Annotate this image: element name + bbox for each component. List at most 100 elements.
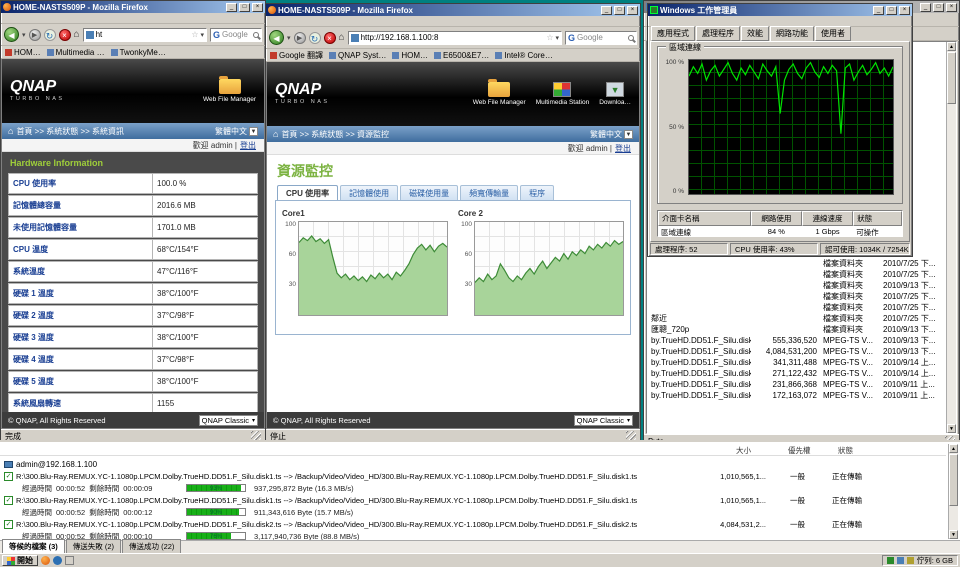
close-button[interactable]: × — [627, 5, 638, 15]
network-icon[interactable] — [896, 557, 904, 564]
stop-button[interactable]: × — [58, 28, 71, 41]
scrollbar-thumb[interactable] — [947, 52, 956, 104]
task-manager-window[interactable]: Windows 工作管理員 _ □ × 應用程式 處理程序 效能 網路功能 使用… — [647, 3, 913, 257]
url-dropdown-icon[interactable]: ▾ — [555, 34, 559, 42]
bookmark-star-icon[interactable]: ☆ — [191, 30, 198, 39]
stop-button[interactable]: × — [323, 31, 336, 44]
file-row[interactable]: by.TrueHD.DD51.F_Silu.disk3.ts 341,311,4… — [649, 357, 944, 368]
maximize-button[interactable]: □ — [239, 2, 250, 12]
col-usage[interactable]: 網路使用 — [750, 211, 802, 226]
file-row[interactable]: 匯聰_720p 檔案資料夾 2010/9/13 下... — [649, 324, 944, 335]
file-row[interactable]: 檔案資料夾 2010/7/25 下... — [649, 302, 944, 313]
url-input[interactable] — [95, 30, 190, 39]
transfer-tray-icon[interactable] — [886, 557, 894, 564]
tab-queued-files[interactable]: 等候的檔案 (3) — [2, 539, 65, 553]
tab-applications[interactable]: 應用程式 — [651, 26, 695, 41]
tab-succeeded[interactable]: 傳送成功 (22) — [122, 539, 182, 553]
firefox-window-system-info[interactable]: HOME-NASTS509P - Mozilla Firefox _ □ × ◀… — [0, 0, 266, 443]
transfer-scrollbar[interactable]: ▲ ▼ — [948, 444, 958, 539]
bookmark-star-icon[interactable]: ☆ — [546, 33, 553, 42]
search-input[interactable] — [222, 30, 251, 39]
bookmark-item[interactable]: TwonkyMe… — [110, 48, 166, 57]
file-row[interactable]: by.TrueHD.DD51.F_Silu.disk6.ts 172,163,0… — [649, 390, 944, 401]
bookmark-item[interactable]: QNAP Syst… — [329, 51, 386, 60]
home-button[interactable]: ⌂ — [339, 32, 345, 43]
search-bar[interactable]: G — [210, 27, 262, 42]
close-button[interactable]: × — [899, 5, 910, 15]
maximize-button[interactable]: □ — [933, 2, 944, 12]
search-icon[interactable] — [628, 34, 634, 41]
bookmark-item[interactable]: HOM… — [5, 48, 41, 57]
minimize-button[interactable]: _ — [873, 5, 884, 15]
col-speed[interactable]: 連線速度 — [801, 211, 854, 226]
bookmark-item[interactable]: E6500&E7… — [434, 51, 489, 60]
col-adapter[interactable]: 介面卡名稱 — [658, 211, 751, 226]
refresh-button[interactable]: ↻ — [43, 28, 56, 41]
minimize-button[interactable]: _ — [226, 2, 237, 12]
col-status[interactable]: 狀態 — [838, 445, 853, 456]
url-dropdown-icon[interactable]: ▾ — [200, 31, 204, 39]
col-size[interactable]: 大小 — [736, 445, 751, 456]
tab-processes[interactable]: 處理程序 — [696, 26, 740, 41]
multimedia-station-link[interactable]: Multimedia Station — [536, 82, 589, 106]
logout-link[interactable]: 登出 — [240, 140, 256, 151]
bookmark-item[interactable]: Intel® Core… — [495, 51, 553, 60]
url-bar[interactable]: ☆ ▾ — [82, 27, 207, 42]
scroll-up-icon[interactable]: ▲ — [947, 42, 956, 51]
adapter-row[interactable]: 區域連線 84 % 1 Gbps 可操作 — [658, 226, 902, 236]
start-button[interactable]: 開始 — [2, 555, 38, 566]
ff-left-titlebar[interactable]: HOME-NASTS509P - Mozilla Firefox _ □ × — [1, 1, 265, 13]
file-row[interactable]: 鄰近 檔案資料夾 2010/7/25 下... — [649, 313, 944, 324]
file-row[interactable]: 檔案資料夾 2010/7/25 下... — [649, 258, 944, 269]
search-input[interactable] — [577, 33, 626, 42]
file-row[interactable]: by.TrueHD.DD51.F_Silu.disk2.ts 4,084,531… — [649, 346, 944, 357]
file-row[interactable]: by.TrueHD.DD51.F_Silu.disk5.ts 231,866,3… — [649, 379, 944, 390]
maximize-button[interactable]: □ — [886, 5, 897, 15]
web-file-manager-link[interactable]: Web File Manager — [473, 79, 526, 106]
scroll-down-icon[interactable]: ▼ — [947, 424, 956, 433]
skin-selector[interactable]: QNAP Classic ▾ — [573, 414, 633, 426]
bookmark-item[interactable]: HOM… — [392, 51, 428, 60]
forward-button[interactable]: ▶ — [28, 28, 41, 41]
bookmark-item[interactable]: Multimedia … — [46, 48, 105, 57]
firefox-window-resource-monitor[interactable]: HOME-NASTS509P - Mozilla Firefox _ □ × ◀… — [265, 3, 641, 443]
maximize-button[interactable]: □ — [614, 5, 625, 15]
file-row[interactable]: 檔案資料夾 2010/7/25 下... — [649, 269, 944, 280]
refresh-button[interactable]: ↻ — [308, 31, 321, 44]
quick-launch-desktop-icon[interactable] — [65, 556, 74, 565]
file-row[interactable]: 檔案資料夾 2010/7/25 下... — [649, 291, 944, 302]
language-selector[interactable]: 繁體中文 ▼ — [590, 129, 633, 140]
tab-failed[interactable]: 傳送失敗 (2) — [65, 539, 121, 553]
transfer-item[interactable]: ✓ R:\300.Blu-Ray.REMUX.YC-1.1080p.LPCM.D… — [0, 494, 946, 518]
skin-selector[interactable]: QNAP Classic ▾ — [198, 414, 258, 426]
logout-link[interactable]: 登出 — [615, 143, 631, 154]
scroll-down-icon[interactable]: ▼ — [949, 530, 958, 539]
quick-launch-browser-icon[interactable] — [53, 556, 62, 565]
scrollbar-thumb[interactable] — [949, 454, 958, 506]
download-station-link[interactable]: ▼ Downloa… — [599, 82, 631, 106]
url-input[interactable] — [360, 33, 545, 42]
transfer-file-row[interactable]: ✓ R:\300.Blu-Ray.REMUX.YC-1.1080p.LPCM.D… — [0, 470, 946, 482]
url-bar[interactable]: ☆ ▾ — [347, 30, 562, 45]
col-state[interactable]: 狀態 — [853, 211, 902, 226]
file-row[interactable]: by.TrueHD.DD51.F_Silu.disk4.ts 271,122,4… — [649, 368, 944, 379]
search-bar[interactable]: G — [565, 30, 637, 45]
transfer-server-row[interactable]: admin@192.168.1.100 — [0, 458, 946, 470]
back-button[interactable]: ◀ — [269, 30, 284, 45]
scroll-up-icon[interactable]: ▲ — [949, 444, 958, 453]
file-row[interactable]: by.TrueHD.DD51.F_Silu.disk1.ts 555,336,5… — [649, 335, 944, 346]
bookmark-item[interactable]: Google 翻譯 — [270, 50, 323, 61]
ff-mid-titlebar[interactable]: HOME-NASTS509P - Mozilla Firefox _ □ × — [266, 4, 640, 16]
close-button[interactable]: × — [252, 2, 263, 12]
breadcrumb[interactable]: 首頁 >> 系統狀態 >> 資源監控 — [281, 129, 389, 140]
minimize-button[interactable]: _ — [920, 2, 931, 12]
volume-icon[interactable] — [906, 557, 914, 564]
tab-users[interactable]: 使用者 — [815, 26, 851, 41]
transfer-file-row[interactable]: ✓ R:\300.Blu-Ray.REMUX.YC-1.1080p.LPCM.D… — [0, 494, 946, 506]
transfer-item[interactable]: ✓ R:\300.Blu-Ray.REMUX.YC-1.1080p.LPCM.D… — [0, 470, 946, 494]
breadcrumb[interactable]: 首頁 >> 系統狀態 >> 系統資訊 — [16, 126, 124, 137]
back-history-dropdown-icon[interactable]: ▾ — [22, 31, 26, 39]
forward-button[interactable]: ▶ — [293, 31, 306, 44]
minimize-button[interactable]: _ — [601, 5, 612, 15]
transfer-file-row[interactable]: ✓ R:\300.Blu-Ray.REMUX.YC-1.1080p.LPCM.D… — [0, 518, 946, 530]
